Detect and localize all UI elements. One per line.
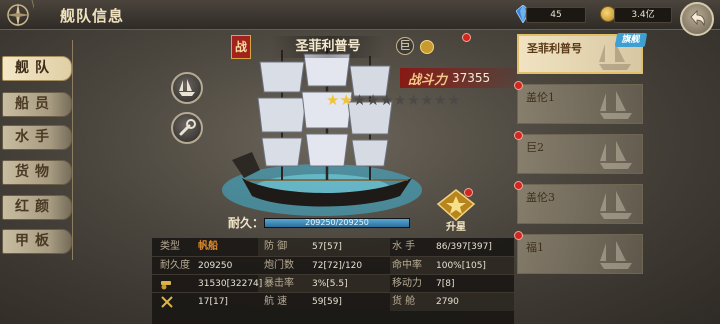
nav-item-cargo[interactable]: 货物 bbox=[2, 160, 72, 185]
wrench-icon bbox=[179, 119, 196, 136]
swap-icon[interactable] bbox=[420, 40, 434, 54]
ship-silhouette-icon bbox=[600, 91, 632, 119]
stat-value: 86/397[397] bbox=[436, 242, 492, 252]
coin-count: 3.4亿 bbox=[614, 7, 672, 23]
top-bar: 舰队信息 45 3.4亿 bbox=[0, 0, 720, 36]
fleet-ship-name: 盖伦1 bbox=[526, 91, 555, 104]
back-button[interactable] bbox=[680, 2, 714, 36]
stat-label: 命中率 bbox=[392, 260, 422, 271]
fleet-ship-card[interactable]: 巨2 bbox=[514, 131, 643, 174]
page-title: 舰队信息 bbox=[60, 7, 125, 25]
stat-label: 耐久度 bbox=[160, 260, 190, 271]
flagship-tag: 旗舰 bbox=[614, 33, 648, 47]
star-filled-icon: ★ bbox=[339, 91, 353, 109]
combat-power-label: 战斗力 bbox=[408, 73, 448, 88]
stats-row: 31530[32274] 暴击率 3%[5.5] 移动力 7[8] bbox=[152, 274, 514, 293]
stat-value: 72[72]/120 bbox=[312, 261, 363, 271]
stat-label: 炮门数 bbox=[264, 260, 294, 271]
fleet-ship-name: 圣菲利普号 bbox=[527, 42, 582, 55]
stat-value: 100%[105] bbox=[436, 261, 486, 271]
stat-label: 水 手 bbox=[392, 241, 416, 252]
fleet-ship-name: 盖伦3 bbox=[526, 191, 555, 204]
stats-row: 类型 帆船 防 御 57[57] 水 手 86/397[397] bbox=[152, 238, 514, 256]
star-empty-icon: ★ bbox=[433, 91, 448, 109]
star-empty-icon: ★ bbox=[420, 91, 434, 109]
star-filled-icon: ★ bbox=[326, 91, 340, 109]
alert-dot bbox=[514, 181, 523, 190]
stat-value: 59[59] bbox=[312, 297, 342, 307]
battle-type-badge: 战 bbox=[231, 35, 251, 59]
stat-value: 7[8] bbox=[436, 279, 455, 289]
fleet-ship-name: 福1 bbox=[526, 241, 544, 254]
stat-value: 57[57] bbox=[312, 242, 342, 252]
nav-item-fleet[interactable]: 舰队 bbox=[2, 56, 72, 81]
fleet-ship-card[interactable]: 福1 bbox=[514, 231, 643, 274]
stat-label: 防 御 bbox=[264, 241, 288, 252]
star-empty-icon: ★ bbox=[447, 91, 461, 109]
stats-row: 耐久度 209250 炮门数 72[72]/120 命中率 100%[105] bbox=[152, 256, 514, 275]
alert-dot bbox=[514, 81, 523, 90]
ship-view-button[interactable] bbox=[171, 72, 203, 104]
repair-button[interactable] bbox=[171, 112, 203, 144]
fleet-ship-card[interactable]: 盖伦1 bbox=[514, 81, 643, 124]
nav-divider bbox=[72, 40, 84, 260]
ship-stats-table: 类型 帆船 防 御 57[57] 水 手 86/397[397] 耐久度 209… bbox=[152, 238, 514, 324]
combat-power-value: 37355 bbox=[452, 71, 491, 85]
stat-value: 31530[32274] bbox=[198, 279, 263, 289]
fleet-info-screen: 舰队信息 45 3.4亿 舰队 船员 水手 货物 红颜 甲板 战 圣菲利普号 巨… bbox=[0, 0, 720, 324]
stat-label: 类型 bbox=[160, 241, 180, 252]
ship-name: 圣菲利普号 bbox=[270, 36, 386, 58]
upgrade-alert-dot bbox=[464, 188, 473, 197]
stat-value: 3%[5.5] bbox=[312, 279, 348, 289]
stat-label: 货 舱 bbox=[392, 296, 416, 307]
nav-item-crew[interactable]: 船员 bbox=[2, 92, 72, 117]
fleet-ship-name: 巨2 bbox=[526, 141, 544, 154]
star-empty-icon: ★ bbox=[406, 91, 421, 109]
nav-item-deck[interactable]: 甲板 bbox=[2, 229, 72, 254]
ship-alert-dot bbox=[462, 33, 471, 42]
durability-label: 耐久： bbox=[228, 216, 265, 230]
alert-dot bbox=[514, 131, 523, 140]
fleet-ship-card[interactable]: 盖伦3 bbox=[514, 181, 643, 224]
ship-silhouette-icon bbox=[600, 241, 632, 269]
alert-dot bbox=[514, 231, 523, 240]
ship-class-badge: 巨 bbox=[396, 37, 414, 55]
durability-bar: 209250/209250 bbox=[264, 218, 410, 228]
star-empty-icon: ★ bbox=[379, 91, 394, 109]
gem-count: 45 bbox=[526, 7, 586, 23]
ship-silhouette-icon bbox=[600, 191, 632, 219]
star-empty-icon: ★ bbox=[366, 91, 380, 109]
ship-silhouette-icon bbox=[600, 141, 632, 169]
stat-label: 暴击率 bbox=[264, 278, 294, 289]
back-arrow-icon bbox=[690, 10, 705, 27]
star-empty-icon: ★ bbox=[352, 91, 367, 109]
ship-illustration bbox=[222, 44, 422, 216]
nav-item-beauty[interactable]: 红颜 bbox=[2, 195, 72, 220]
ship-icon bbox=[179, 79, 195, 96]
stat-value: 209250 bbox=[198, 261, 233, 271]
stat-label: 航 速 bbox=[264, 296, 288, 307]
durability-text: 209250/209250 bbox=[305, 218, 369, 227]
stat-value: 帆船 bbox=[198, 241, 218, 252]
stat-label: 移动力 bbox=[392, 278, 422, 289]
upgrade-star-label: 升星 bbox=[446, 222, 466, 233]
stat-value: 2790 bbox=[436, 297, 459, 307]
cannon-icon bbox=[161, 281, 171, 290]
combat-power: 战斗力 37355 bbox=[400, 68, 518, 88]
star-rating: ★★★★★★★★★★ bbox=[326, 92, 461, 108]
compass-icon bbox=[6, 0, 34, 27]
crossed-swords-icon bbox=[161, 296, 173, 308]
upgrade-star-button[interactable]: 升星 bbox=[434, 188, 478, 234]
nav-item-sailors[interactable]: 水手 bbox=[2, 125, 72, 150]
stat-value: 17[17] bbox=[198, 297, 228, 307]
star-empty-icon: ★ bbox=[393, 91, 407, 109]
stats-row: 17[17] 航 速 59[59] 货 舱 2790 bbox=[152, 292, 514, 311]
